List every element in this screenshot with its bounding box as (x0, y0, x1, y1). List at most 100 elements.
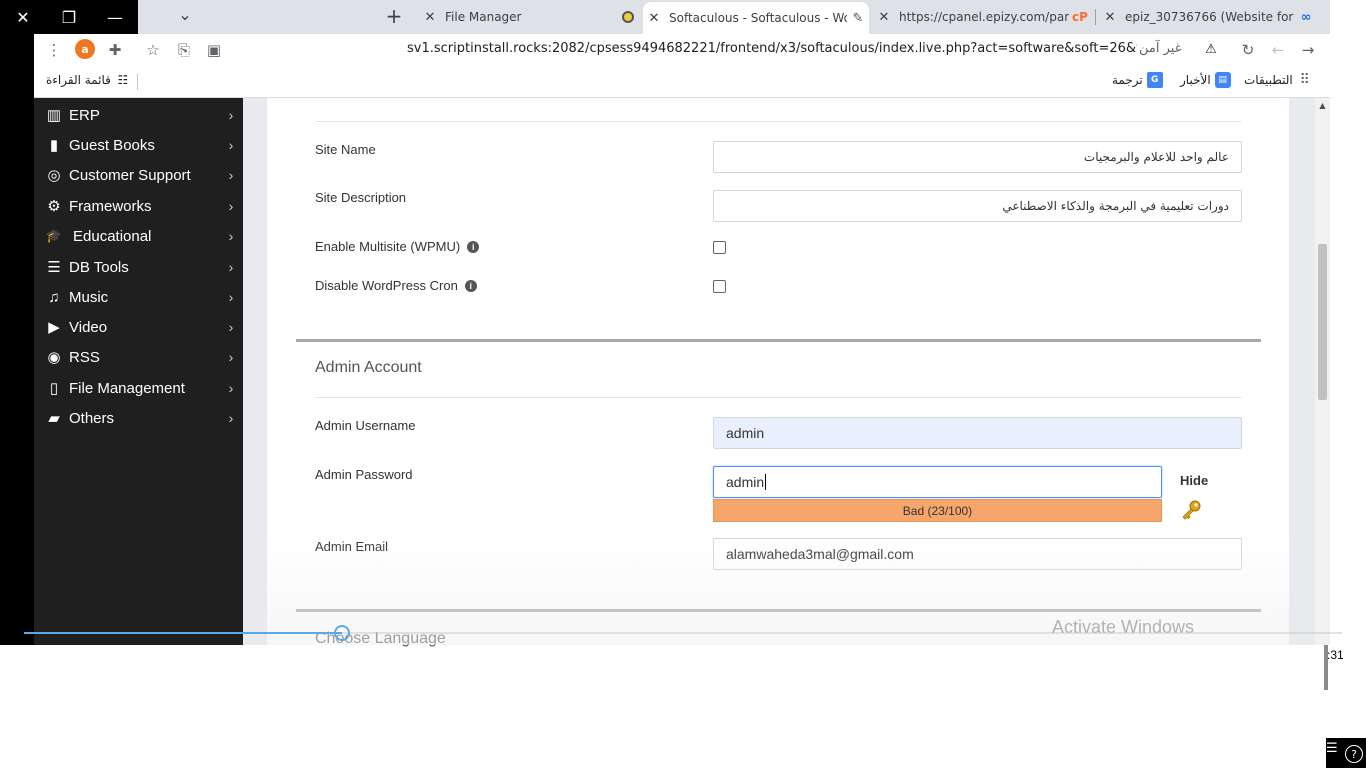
sidebar-item-label: Music (69, 288, 109, 306)
disable-cron-checkbox[interactable] (713, 280, 726, 293)
chevron-right-icon: › (228, 228, 234, 244)
support-icon: ◎ (47, 167, 61, 184)
sidebar-item-label: Frameworks (69, 197, 152, 215)
reading-list-button[interactable]: قائمة القراءة ☷ (46, 72, 135, 88)
bookmark-label: ترجمة (1112, 73, 1143, 87)
window-close-button[interactable]: ✕ (0, 0, 46, 34)
reload-button[interactable]: ↻ (1236, 38, 1260, 62)
info-icon[interactable]: i (467, 240, 480, 253)
video-progress-fill (24, 632, 342, 634)
tab-epizy[interactable]: ✕ epiz_30736766 (Website for alam ∞ (1099, 2, 1317, 32)
site-name-input[interactable]: عالم واحد للاعلام والبرمجيات (713, 141, 1242, 173)
hide-password-link[interactable]: Hide (1180, 473, 1208, 488)
tab-close-icon[interactable]: ✕ (1099, 10, 1121, 25)
browser-toolbar: ⋮ a ✚ ☆ ⎘ ▣ sv1.scriptinstall.rocks:2082… (34, 34, 1330, 66)
sidebar-item-music[interactable]: ♫ Music › (34, 282, 243, 312)
screen: ✕ ❐ — ⌄ + ✕ File Manager ✕ Softaculous -… (0, 0, 1366, 768)
password-strength-meter: Bad (23/100) (713, 499, 1162, 522)
url-field[interactable]: sv1.scriptinstall.rocks:2082/cpsess94946… (407, 41, 1137, 56)
reading-list-icon: ☷ (117, 73, 129, 87)
sidebar-item-label: DB Tools (69, 258, 129, 276)
window-restore-button[interactable]: ❐ (46, 0, 92, 34)
sidebar-item-label: Educational (73, 227, 152, 245)
notification-icon[interactable]: ☰ (1326, 741, 1338, 756)
section-divider (296, 609, 1261, 612)
admin-username-input[interactable]: admin (713, 417, 1242, 449)
disable-cron-label-text: Disable WordPress Cron (315, 278, 458, 293)
chevron-right-icon: › (228, 167, 234, 183)
window-controls: ✕ ❐ — (0, 0, 138, 34)
graduation-cap-icon: 🎓 (45, 228, 63, 243)
warning-icon[interactable]: ⚠ (1202, 40, 1220, 58)
tab-title: File Manager (445, 10, 522, 24)
sidebar-item-file-management[interactable]: ▯ File Management › (34, 373, 243, 403)
scroll-up-arrow-icon[interactable]: ▲ (1315, 98, 1330, 112)
chevron-right-icon: › (228, 319, 234, 335)
edge-bar (1324, 645, 1328, 690)
scroll-thumb[interactable] (1318, 244, 1327, 400)
security-label[interactable]: غير آمن (1139, 41, 1182, 56)
info-icon[interactable]: i (464, 279, 477, 292)
sidebar-item-guest-books[interactable]: ▮ Guest Books › (34, 130, 243, 160)
admin-password-label: Admin Password (315, 467, 413, 482)
admin-password-value: admin (726, 474, 765, 490)
admin-email-input[interactable]: alamwaheda3mal@gmail.com (713, 538, 1242, 570)
sidebar-item-label: RSS (69, 348, 100, 366)
bookmark-label: التطبيقات (1244, 73, 1293, 87)
extensions-button[interactable]: ✚ (103, 38, 127, 62)
chevron-right-icon: › (228, 410, 234, 426)
new-tab-button[interactable]: + (381, 4, 407, 28)
tab-search-button[interactable]: ⌄ (172, 4, 198, 24)
bookmark-apps[interactable]: التطبيقات ⠿ (1244, 72, 1317, 88)
chevron-right-icon: › (228, 349, 234, 365)
divider (315, 121, 1242, 122)
sidebar-item-rss[interactable]: ◉ RSS › (34, 342, 243, 372)
sidebar-item-video[interactable]: ▶ Video › (34, 312, 243, 342)
translate-icon: G (1146, 72, 1163, 88)
tab-close-icon[interactable]: ✕ (643, 11, 665, 26)
sidebar-item-label: Guest Books (69, 136, 155, 154)
bookmark-star-button[interactable]: ☆ (141, 38, 165, 62)
tab-cpanel[interactable]: ✕ https://cpanel.epizy.com/panel/i cP (873, 2, 1091, 32)
sidebar-item-label: File Management (69, 379, 185, 397)
window-minimize-button[interactable]: — (92, 0, 138, 34)
apps-grid-icon: ⠿ (1299, 72, 1310, 88)
bookmark-translate[interactable]: ترجمة G (1112, 72, 1167, 88)
chevron-right-icon: › (228, 380, 234, 396)
share-button[interactable]: ⎘ (172, 38, 196, 62)
video-time: :31 (1327, 648, 1344, 662)
bookmark-news[interactable]: الأخبار ▤ (1180, 72, 1235, 88)
bookmarks-bar: قائمة القراءة ☷ ترجمة G الأخبار ▤ التطبي… (34, 66, 1330, 98)
site-description-input[interactable]: دورات تعليمية في البرمجة والذكاء الاصطنا… (713, 190, 1242, 222)
admin-username-label: Admin Username (315, 418, 416, 433)
forward-button[interactable]: → (1296, 38, 1320, 62)
sidebar-item-frameworks[interactable]: ⚙ Frameworks › (34, 191, 243, 221)
chevron-right-icon: › (228, 259, 234, 275)
cpanel-favicon-icon: cP (1072, 10, 1088, 24)
sidebar-item-erp[interactable]: ▥ ERP › (34, 100, 243, 130)
menu-button[interactable]: ⋮ (42, 38, 66, 62)
profile-avatar[interactable]: a (75, 39, 95, 59)
page-scrollbar[interactable]: ▲ (1315, 98, 1330, 645)
help-icon[interactable]: ? (1345, 745, 1363, 763)
multisite-checkbox[interactable] (713, 241, 726, 254)
folder-icon: ▰ (48, 410, 60, 427)
key-icon[interactable] (1180, 499, 1202, 521)
file-icon: ▯ (49, 380, 59, 397)
tab-softaculous[interactable]: ✕ Softaculous - Softaculous - Word ✎ (643, 2, 869, 34)
book-icon: ▮ (49, 137, 59, 154)
sidebar-item-educational[interactable]: 🎓 Educational › (34, 221, 243, 251)
database-icon: ☰ (47, 259, 61, 276)
sidebar-item-db-tools[interactable]: ☰ DB Tools › (34, 252, 243, 282)
sidebar-item-customer-support[interactable]: ◎ Customer Support › (34, 160, 243, 190)
sidebar-item-others[interactable]: ▰ Others › (34, 403, 243, 433)
tab-file-manager[interactable]: ✕ File Manager (419, 2, 639, 32)
tab-close-icon[interactable]: ✕ (419, 10, 441, 25)
tab-close-icon[interactable]: ✕ (873, 10, 895, 25)
minimize-icon: — (107, 7, 123, 27)
video-progress-knob[interactable] (334, 625, 350, 641)
back-button[interactable]: ← (1266, 38, 1290, 62)
cast-button[interactable]: ▣ (202, 38, 226, 62)
admin-password-input[interactable]: admin (713, 466, 1162, 498)
video-progress-bar[interactable] (24, 625, 1342, 641)
